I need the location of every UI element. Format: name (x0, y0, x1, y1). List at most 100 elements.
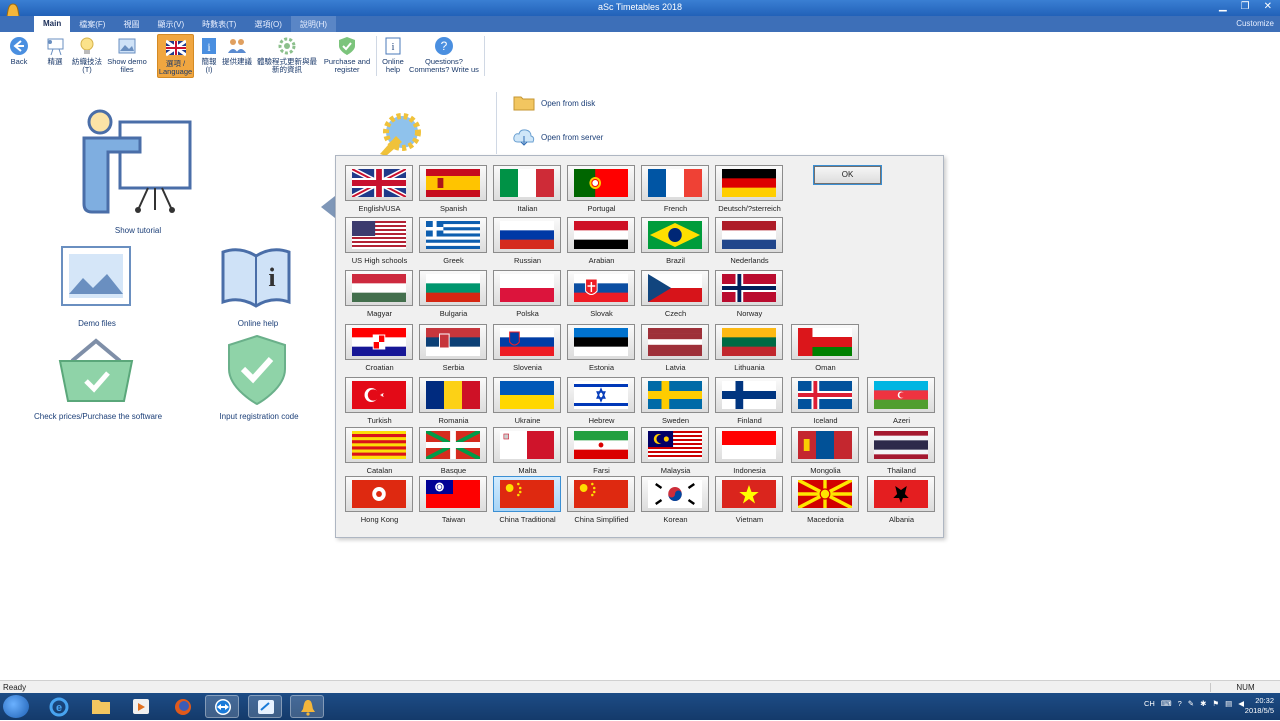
language-option-magyar[interactable]: Magyar (345, 270, 414, 318)
media-player-icon[interactable] (124, 695, 158, 718)
internet-explorer-icon[interactable]: e (42, 695, 76, 718)
back-button[interactable]: Back (6, 36, 32, 66)
language-option-arabian[interactable]: Arabian (567, 217, 636, 265)
language-option-farsi[interactable]: Farsi (567, 427, 636, 475)
flag-button-estonia[interactable] (567, 324, 635, 360)
language-option-romania[interactable]: Romania (419, 377, 488, 425)
language-option-korean[interactable]: Korean (641, 476, 710, 524)
online-help-book-icon[interactable]: i (220, 246, 292, 310)
language-option-us-high-schools[interactable]: US High schools (345, 217, 414, 265)
language-option-lithuania[interactable]: Lithuania (715, 324, 784, 372)
input-language-indicator[interactable]: CH (1144, 699, 1155, 708)
language-option-hebrew[interactable]: Hebrew (567, 377, 636, 425)
remote-desktop-icon[interactable] (248, 695, 282, 718)
flag-button-croatian[interactable] (345, 324, 413, 360)
tab-help[interactable]: 說明(H) (290, 16, 337, 32)
flag-button-arabian[interactable] (567, 217, 635, 253)
tutorial-icon[interactable] (80, 108, 195, 216)
questions-button[interactable]: ? Questions? Comments? Write us (408, 36, 480, 74)
flag-button-albania[interactable] (867, 476, 935, 512)
language-option-greek[interactable]: Greek (419, 217, 488, 265)
flag-button-thailand[interactable] (867, 427, 935, 463)
flag-button-brazil[interactable] (641, 217, 709, 253)
language-option-turkish[interactable]: Turkish (345, 377, 414, 425)
flag-button-serbia[interactable] (419, 324, 487, 360)
language-option-sweden[interactable]: Sweden (641, 377, 710, 425)
teamviewer-icon[interactable] (205, 695, 239, 718)
shield-check-large-icon[interactable] (227, 335, 287, 405)
language-option-china-simplified[interactable]: China Simplified (567, 476, 636, 524)
flag-button-bulgaria[interactable] (419, 270, 487, 306)
flag-tray-icon[interactable]: ⚑ (1212, 699, 1219, 708)
flag-button-taiwan[interactable] (419, 476, 487, 512)
flag-button-us-high-schools[interactable] (345, 217, 413, 253)
language-option-china-traditional[interactable]: China Traditional (493, 476, 562, 524)
flag-button-china-simplified[interactable] (567, 476, 635, 512)
show-demo-files-button[interactable]: Show demo files (106, 36, 148, 74)
ok-button[interactable]: OK (813, 165, 882, 185)
flag-button-malta[interactable] (493, 427, 561, 463)
collapse-arrow-icon[interactable] (321, 196, 335, 218)
language-option-ukraine[interactable]: Ukraine (493, 377, 562, 425)
language-option-polska[interactable]: Polska (493, 270, 562, 318)
restore-icon[interactable]: ❐ (1241, 1, 1250, 12)
language-option-deutsch-sterreich[interactable]: Deutsch/?sterreich (715, 165, 784, 213)
flag-button-hong-kong[interactable] (345, 476, 413, 512)
flag-button-sweden[interactable] (641, 377, 709, 413)
firefox-icon[interactable] (166, 695, 200, 718)
flag-button-latvia[interactable] (641, 324, 709, 360)
start-button-icon[interactable] (3, 695, 29, 718)
language-option-indonesia[interactable]: Indonesia (715, 427, 784, 475)
language-option-slovak[interactable]: Slovak (567, 270, 636, 318)
flag-button-finland[interactable] (715, 377, 783, 413)
language-option-malta[interactable]: Malta (493, 427, 562, 475)
open-from-server-row[interactable]: Open from server (513, 128, 603, 146)
language-option-brazil[interactable]: Brazil (641, 217, 710, 265)
flag-button-vietnam[interactable] (715, 476, 783, 512)
language-option-bulgaria[interactable]: Bulgaria (419, 270, 488, 318)
input-code-label[interactable]: Input registration code (212, 412, 306, 421)
flag-button-malaysia[interactable] (641, 427, 709, 463)
language-option-albania[interactable]: Albania (867, 476, 936, 524)
language-option-latvia[interactable]: Latvia (641, 324, 710, 372)
language-option-french[interactable]: French (641, 165, 710, 213)
flag-button-korean[interactable] (641, 476, 709, 512)
flag-button-norway[interactable] (715, 270, 783, 306)
flag-button-greek[interactable] (419, 217, 487, 253)
tab-view[interactable]: 視圖 (114, 16, 148, 32)
flag-button-iceland[interactable] (791, 377, 859, 413)
file-explorer-icon[interactable] (84, 695, 118, 718)
language-option-estonia[interactable]: Estonia (567, 324, 636, 372)
flag-button-portugal[interactable] (567, 165, 635, 201)
wizard-sun-icon[interactable] (372, 108, 432, 156)
shopping-basket-icon[interactable] (58, 337, 134, 403)
asc-timetables-taskbar-icon[interactable] (290, 695, 324, 718)
language-option-russian[interactable]: Russian (493, 217, 562, 265)
tab-main[interactable]: Main (34, 16, 71, 32)
language-option-portugal[interactable]: Portugal (567, 165, 636, 213)
purchase-register-button[interactable]: Purchase and register (323, 36, 371, 74)
flag-button-french[interactable] (641, 165, 709, 201)
language-option-spanish[interactable]: Spanish (419, 165, 488, 213)
tab-file[interactable]: 檔案(F) (70, 16, 114, 32)
flag-button-english-usa[interactable] (345, 165, 413, 201)
language-option-norway[interactable]: Norway (715, 270, 784, 318)
flag-button-ukraine[interactable] (493, 377, 561, 413)
ribbon-button-featured[interactable]: 精選 (42, 36, 68, 66)
bluetooth-icon[interactable]: ✱ (1200, 699, 1206, 708)
language-button[interactable]: 選項 / Language (157, 34, 194, 78)
online-help-label[interactable]: Online help (222, 319, 294, 328)
flag-button-macedonia[interactable] (791, 476, 859, 512)
ime-icon[interactable]: ✎ (1188, 699, 1194, 708)
ribbon-button-brief[interactable]: i 簡報(I) (198, 36, 220, 74)
flag-button-catalan[interactable] (345, 427, 413, 463)
flag-button-turkish[interactable] (345, 377, 413, 413)
ribbon-button-updates[interactable]: 體驗程式更新與最新的資訊 (254, 36, 320, 74)
language-option-catalan[interactable]: Catalan (345, 427, 414, 475)
language-option-finland[interactable]: Finland (715, 377, 784, 425)
language-option-basque[interactable]: Basque (419, 427, 488, 475)
language-option-azeri[interactable]: Azeri (867, 377, 936, 425)
tab-timetable[interactable]: 時數表(T) (193, 16, 245, 32)
language-option-hong-kong[interactable]: Hong Kong (345, 476, 414, 524)
demo-files-label[interactable]: Demo files (61, 319, 133, 328)
